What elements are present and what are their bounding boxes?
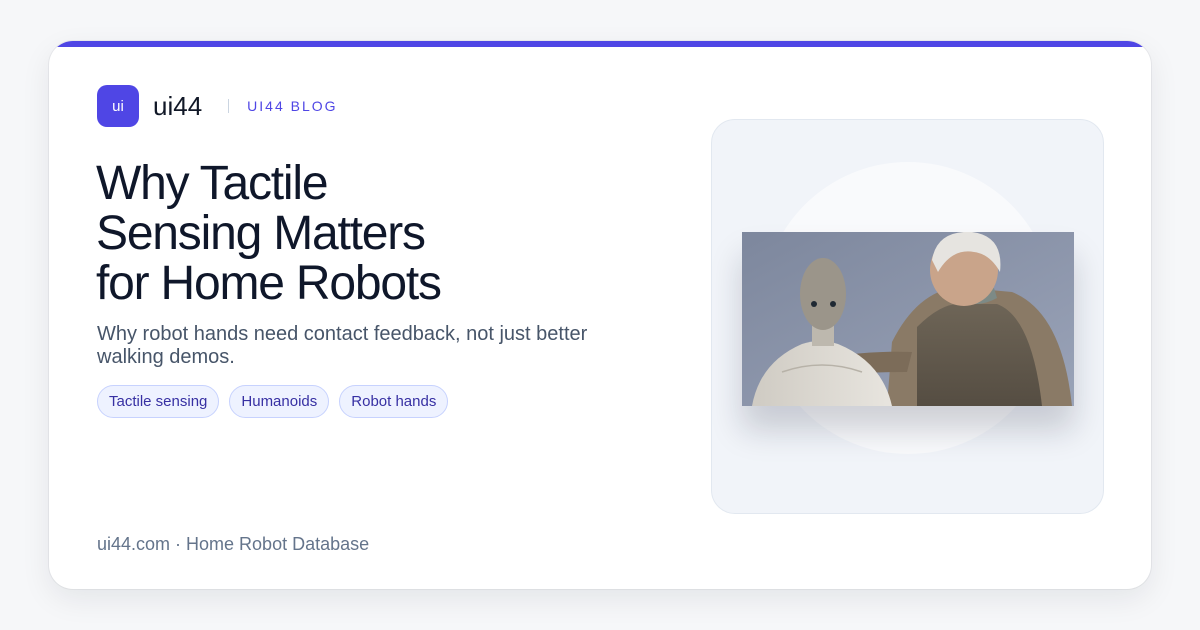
brand-header: ui ui44 UI44 BLOG (97, 85, 338, 127)
tag-tactile-sensing[interactable]: Tactile sensing (97, 385, 220, 418)
logo-badge[interactable]: ui (97, 85, 139, 127)
post-title-line: Why Tactile (96, 157, 329, 210)
post-title-line: for Home Robots (96, 257, 442, 310)
accent-bar (49, 41, 1151, 47)
post-subtitle: Why robot hands need contact feedback, n… (97, 323, 588, 368)
tag-list: Tactile sensing Humanoids Robot hands (97, 385, 458, 418)
post-title-line: Sensing Matters (96, 207, 426, 260)
footer-site-line: ui44.com · Home Robot Database (97, 534, 370, 554)
brand-divider (228, 99, 230, 113)
tag-humanoids[interactable]: Humanoids (229, 385, 330, 418)
post-title: Why Tactile Sensing Matters for Home Rob… (96, 157, 442, 310)
hero-photo-illustration (742, 232, 1074, 406)
logo-text: ui (112, 97, 124, 115)
hero-photo (742, 232, 1074, 406)
blog-section-label[interactable]: UI44 BLOG (247, 98, 337, 114)
share-card: ui ui44 UI44 BLOG Why Tactile Sensing Ma… (49, 41, 1151, 589)
tag-robot-hands[interactable]: Robot hands (339, 385, 449, 418)
media-panel (711, 119, 1104, 514)
brand-name[interactable]: ui44 (153, 91, 202, 122)
